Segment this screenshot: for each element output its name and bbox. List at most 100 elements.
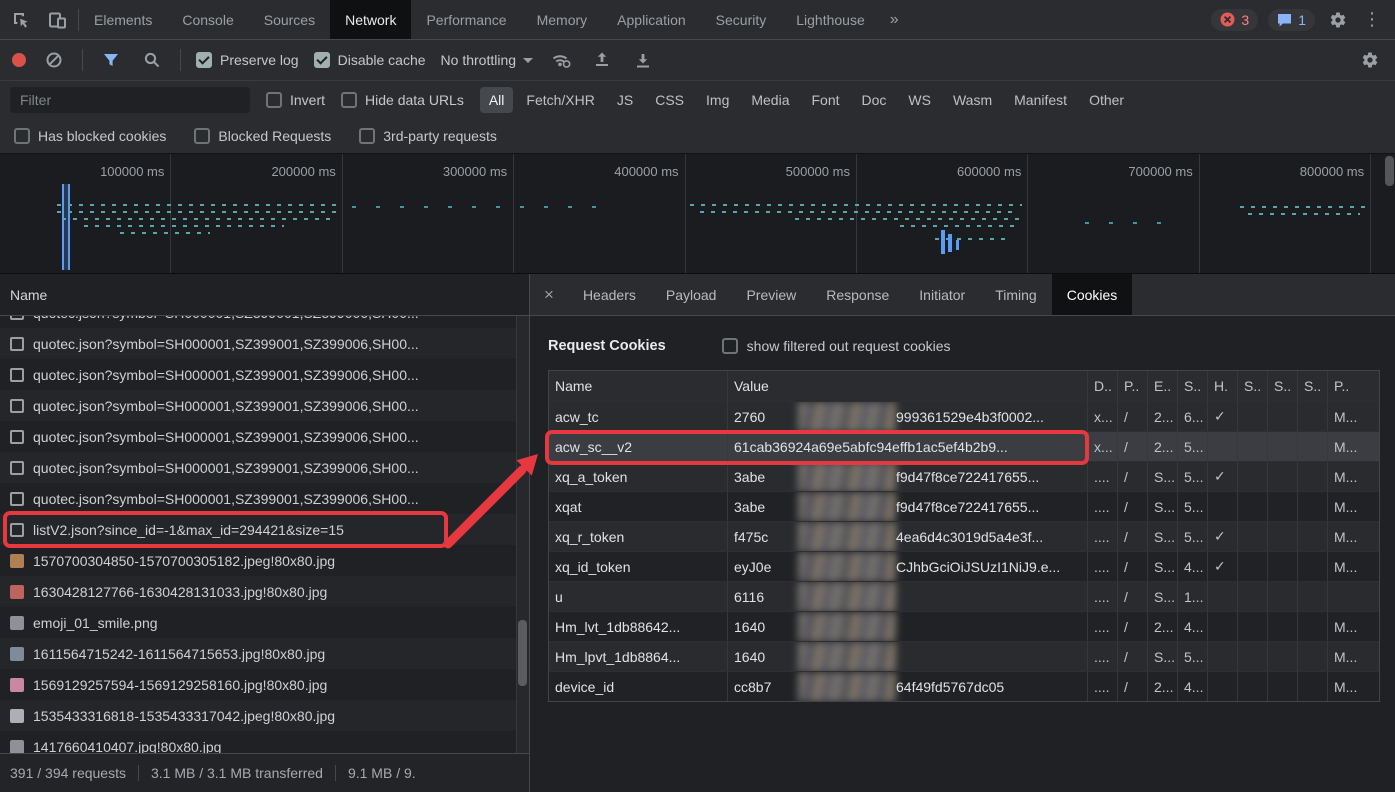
cookie-name[interactable]: xqat <box>549 492 728 521</box>
invert-toggle[interactable]: Invert <box>266 92 325 108</box>
tab-payload[interactable]: Payload <box>651 274 732 315</box>
cookie-name[interactable]: device_id <box>549 672 728 701</box>
throttling-dropdown[interactable]: No throttling <box>441 52 534 68</box>
device-toolbar-button[interactable] <box>44 7 70 33</box>
import-har-icon[interactable] <box>589 47 615 73</box>
request-row[interactable]: 1570700304850-1570700305182.jpeg!80x80.j… <box>0 545 529 576</box>
error-badge[interactable]: 3 <box>1211 8 1259 31</box>
filter-type-fetch-xhr[interactable]: Fetch/XHR <box>517 87 603 113</box>
preserve-log-toggle[interactable]: Preserve log <box>196 52 299 68</box>
col-secure[interactable]: S.. <box>1238 371 1268 401</box>
network-settings-gear-icon[interactable] <box>1357 47 1383 73</box>
hide-data-urls-checkbox[interactable] <box>341 92 358 108</box>
tab-sources[interactable]: Sources <box>249 0 330 39</box>
cookie-name[interactable]: Hm_lvt_1db88642... <box>549 612 728 641</box>
request-row[interactable]: quotec.json?symbol=SH000001,SZ399001,SZ3… <box>0 359 529 390</box>
tab-performance[interactable]: Performance <box>411 0 521 39</box>
disable-cache-toggle[interactable]: Disable cache <box>313 52 426 68</box>
cookie-row-acw_tc[interactable]: acw_tc 2760 999361529e4b3f0002... x... /… <box>549 401 1379 431</box>
col-value[interactable]: Value <box>728 371 1088 401</box>
close-icon[interactable]: × <box>530 274 568 315</box>
cookie-row-xq_a_token[interactable]: xq_a_token 3abe f9d47f8ce722417655... ..… <box>549 461 1379 491</box>
cookie-value[interactable]: 3abe f9d47f8ce722417655... <box>728 492 1088 521</box>
request-list-scrollbar-thumb[interactable] <box>518 620 527 686</box>
col-path[interactable]: P.. <box>1118 371 1148 401</box>
request-row[interactable]: 1569129257594-1569129258160.jpg!80x80.jp… <box>0 669 529 700</box>
filter-type-css[interactable]: CSS <box>646 87 693 113</box>
tab-elements[interactable]: Elements <box>79 0 167 39</box>
filter-type-doc[interactable]: Doc <box>853 87 896 113</box>
cookie-name[interactable]: xq_a_token <box>549 462 728 491</box>
record-button[interactable] <box>12 53 26 67</box>
tab-response[interactable]: Response <box>811 274 904 315</box>
request-row[interactable]: quotec.json?symbol=SH000001,SZ399001,SZ3… <box>0 316 529 328</box>
has-blocked-cookies-checkbox[interactable] <box>14 128 30 144</box>
filter-type-all[interactable]: All <box>479 87 514 113</box>
tab-lighthouse[interactable]: Lighthouse <box>781 0 880 39</box>
cookie-row-u[interactable]: u 6116 .... / S... 1... <box>549 581 1379 611</box>
tab-preview[interactable]: Preview <box>731 274 811 315</box>
export-har-icon[interactable] <box>630 47 656 73</box>
settings-gear-icon[interactable] <box>1325 7 1351 33</box>
network-conditions-icon[interactable] <box>548 47 574 73</box>
blocked-requests-toggle[interactable]: Blocked Requests <box>194 128 331 144</box>
col-sameparty[interactable]: S.. <box>1298 371 1328 401</box>
cookie-name[interactable]: xq_id_token <box>549 552 728 581</box>
cookie-value[interactable]: 2760 999361529e4b3f0002... <box>728 402 1088 431</box>
request-row-listv2[interactable]: listV2.json?since_id=-1&max_id=294421&si… <box>0 514 529 545</box>
timeline-scrollbar-thumb[interactable] <box>1385 156 1394 186</box>
tab-application[interactable]: Application <box>602 0 701 39</box>
filter-type-font[interactable]: Font <box>803 87 849 113</box>
tab-cookies[interactable]: Cookies <box>1051 274 1133 315</box>
cookie-value[interactable]: f475c 4ea6d4c3019d5a4e3f... <box>728 522 1088 551</box>
more-panels-button[interactable]: » <box>880 0 909 39</box>
has-blocked-cookies-toggle[interactable]: Has blocked cookies <box>14 128 166 144</box>
filter-type-media[interactable]: Media <box>742 87 798 113</box>
request-row[interactable]: quotec.json?symbol=SH000001,SZ399001,SZ3… <box>0 452 529 483</box>
filter-type-ws[interactable]: WS <box>899 87 940 113</box>
col-domain[interactable]: D.. <box>1088 371 1118 401</box>
tab-console[interactable]: Console <box>167 0 248 39</box>
cookie-row-hm_lvt[interactable]: Hm_lvt_1db88642... 1640 .... / 2... 4... <box>549 611 1379 641</box>
cookie-row-xq_id_token[interactable]: xq_id_token eyJ0e CJhbGciOiJSUzI1NiJ9.e.… <box>549 551 1379 581</box>
hide-data-urls-toggle[interactable]: Hide data URLs <box>341 92 464 108</box>
tab-security[interactable]: Security <box>701 0 782 39</box>
col-size[interactable]: S.. <box>1178 371 1208 401</box>
clear-button[interactable] <box>41 47 67 73</box>
invert-checkbox[interactable] <box>266 92 282 108</box>
filter-input[interactable] <box>10 87 250 113</box>
filter-funnel-icon[interactable] <box>98 47 124 73</box>
request-row[interactable]: 1630428127766-1630428131033.jpg!80x80.jp… <box>0 576 529 607</box>
show-filtered-cookies-checkbox[interactable] <box>721 338 738 354</box>
cookie-name[interactable]: acw_sc__v2 <box>549 432 728 461</box>
cookie-value[interactable]: eyJ0e CJhbGciOiJSUzI1NiJ9.e... <box>728 552 1088 581</box>
cookie-value[interactable]: 1640 <box>728 642 1088 671</box>
col-expires[interactable]: E.. <box>1148 371 1178 401</box>
request-row[interactable]: quotec.json?symbol=SH000001,SZ399001,SZ3… <box>0 483 529 514</box>
filter-type-other[interactable]: Other <box>1080 87 1133 113</box>
kebab-menu-icon[interactable]: ⋮ <box>1359 7 1385 33</box>
tab-network[interactable]: Network <box>330 0 412 39</box>
tab-headers[interactable]: Headers <box>568 274 651 315</box>
preserve-log-checkbox[interactable] <box>196 52 212 68</box>
cookie-value[interactable]: 61cab36924a69e5abfc94effb1ac5ef4b2b9... <box>728 432 1088 461</box>
third-party-checkbox[interactable] <box>359 128 376 144</box>
col-name[interactable]: Name <box>549 371 728 401</box>
cookie-row-hm_lpvt[interactable]: Hm_lpvt_1db8864... 1640 .... / S... 5... <box>549 641 1379 671</box>
request-row[interactable]: quotec.json?symbol=SH000001,SZ399001,SZ3… <box>0 328 529 359</box>
cookie-value[interactable]: 6116 <box>728 582 1088 611</box>
cookie-name[interactable]: Hm_lpvt_1db8864... <box>549 642 728 671</box>
issues-badge[interactable]: 1 <box>1268 8 1315 31</box>
request-row[interactable]: emoji_01_smile.png <box>0 607 529 638</box>
cookie-value[interactable]: cc8b7 64f49fd5767dc05 <box>728 672 1088 701</box>
tab-timing[interactable]: Timing <box>980 274 1052 315</box>
filter-type-img[interactable]: Img <box>697 87 738 113</box>
filter-type-manifest[interactable]: Manifest <box>1005 87 1076 113</box>
blocked-requests-checkbox[interactable] <box>194 128 211 144</box>
cookie-row-xqat[interactable]: xqat 3abe f9d47f8ce722417655... .... / S… <box>549 491 1379 521</box>
cookie-name[interactable]: xq_r_token <box>549 522 728 551</box>
cookie-value[interactable]: 1640 <box>728 612 1088 641</box>
inspect-element-button[interactable] <box>8 7 34 33</box>
cookie-name[interactable]: u <box>549 582 728 611</box>
tab-memory[interactable]: Memory <box>522 0 603 39</box>
